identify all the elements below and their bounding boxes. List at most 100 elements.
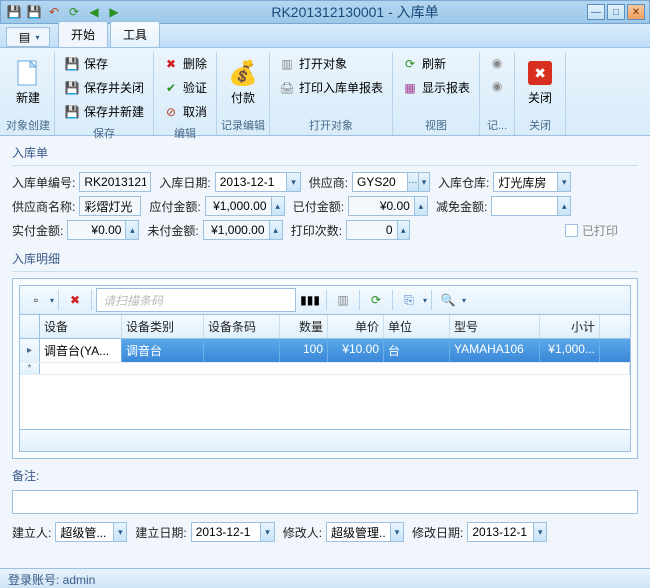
log-next-button[interactable]: ◉ (484, 75, 510, 97)
pay-icon: 💰 (227, 57, 259, 89)
detail-delete-button[interactable]: ✖ (63, 288, 87, 312)
validate-button[interactable]: ✔验证 (158, 76, 212, 99)
remarks-input[interactable] (12, 490, 638, 514)
barcode-input[interactable]: 请扫描条码 (96, 288, 296, 312)
detail-open-button[interactable]: ▥ (331, 288, 355, 312)
detail-search-button[interactable]: 🔍 (436, 288, 460, 312)
delete-icon: ✖ (67, 292, 83, 308)
actual-amount-field[interactable]: ▴ (67, 220, 139, 240)
col-unit[interactable]: 单位 (384, 315, 450, 338)
status-bar: 登录账号: admin (0, 568, 650, 588)
ribbon-tabstrip: ▤▾ 开始 工具 (0, 24, 650, 48)
print-report-button[interactable]: 🖨打印入库单报表 (274, 76, 388, 99)
waive-amount-field[interactable]: ▴ (491, 196, 571, 216)
due-amount-field[interactable]: ▴ (205, 196, 285, 216)
creator-field[interactable]: ▾ (55, 522, 127, 542)
ellipsis-icon[interactable]: ⋯ (407, 173, 418, 191)
print-count-field[interactable]: ▴ (346, 220, 410, 240)
create-date-field[interactable]: ▾ (191, 522, 275, 542)
chevron-down-icon[interactable]: ▾ (533, 523, 546, 541)
export-icon: ⎘ (401, 292, 417, 308)
order-no-field[interactable] (79, 172, 151, 192)
spinner-icon[interactable]: ▴ (557, 197, 570, 215)
warehouse-field[interactable]: ▾ (493, 172, 571, 192)
qa-prev-icon[interactable]: ◀ (85, 3, 103, 21)
maximize-button[interactable]: □ (607, 4, 625, 20)
barcode-scan-button[interactable]: ▮▮▮ (298, 288, 322, 312)
qa-undo-icon[interactable]: ↶ (45, 3, 63, 21)
save-new-icon: 💾 (64, 104, 80, 120)
chevron-down-icon[interactable]: ▾ (390, 523, 403, 541)
save-new-button[interactable]: 💾保存并新建 (59, 100, 149, 123)
refresh-icon: ⟳ (402, 56, 418, 72)
grid-header: 设备 设备类别 设备条码 数量 单价 单位 型号 小计 (20, 315, 630, 339)
qa-next-icon[interactable]: ▶ (105, 3, 123, 21)
col-price[interactable]: 单价 (328, 315, 384, 338)
close-icon: ✖ (524, 57, 556, 89)
report-icon: ▦ (402, 80, 418, 96)
printed-checkbox[interactable]: 已打印 (565, 222, 618, 239)
spinner-icon[interactable]: ▴ (414, 197, 427, 215)
cancel-button[interactable]: ⊘取消 (158, 100, 212, 123)
detail-grid[interactable]: 设备 设备类别 设备条码 数量 单价 单位 型号 小计 ▸ 调音台(YA... … (19, 315, 631, 452)
col-barcode[interactable]: 设备条码 (204, 315, 280, 338)
app-menu-button[interactable]: ▤▾ (6, 27, 50, 47)
col-qty[interactable]: 数量 (280, 315, 328, 338)
ribbon: 新建 对象创建 💾保存 💾保存并关闭 💾保存并新建 保存 ✖删除 ✔验证 ⊘取消… (0, 48, 650, 136)
supplier-field[interactable]: ⋯▾ (352, 172, 430, 192)
detail-refresh-button[interactable]: ⟳ (364, 288, 388, 312)
log-prev-button[interactable]: ◉ (484, 52, 510, 74)
spinner-icon[interactable]: ▴ (269, 221, 282, 239)
table-row-new[interactable]: * (20, 363, 630, 375)
close-button[interactable]: ✖ 关闭 (519, 52, 561, 111)
tab-start[interactable]: 开始 (58, 21, 108, 47)
modifier-field[interactable]: ▾ (326, 522, 404, 542)
spinner-icon[interactable]: ▴ (397, 221, 410, 239)
qa-saveclose-icon[interactable]: 💾 (25, 3, 43, 21)
unpaid-amount-field[interactable]: ▴ (203, 220, 283, 240)
chevron-down-icon[interactable]: ▾ (418, 173, 429, 191)
save-close-icon: 💾 (64, 80, 80, 96)
chevron-down-icon[interactable]: ▾ (286, 173, 299, 191)
open-icon: ▥ (335, 292, 351, 308)
chevron-down-icon[interactable]: ▾ (557, 173, 570, 191)
save-icon: 💾 (64, 56, 80, 72)
content-area: 入库单 入库单编号: 入库日期:▾ 供应商:⋯▾ 入库仓库:▾ 供应商名称: 应… (0, 136, 650, 568)
minimize-button[interactable]: — (587, 4, 605, 20)
new-row-icon: * (20, 363, 40, 374)
check-icon: ✔ (163, 80, 179, 96)
col-category[interactable]: 设备类别 (122, 315, 204, 338)
tab-tools[interactable]: 工具 (110, 21, 160, 47)
paid-amount-field[interactable]: ▴ (348, 196, 428, 216)
save-button[interactable]: 💾保存 (59, 52, 149, 75)
col-model[interactable]: 型号 (450, 315, 540, 338)
spinner-icon[interactable]: ▴ (125, 221, 138, 239)
ribbon-group-record: 💰 付款 记录编辑 (217, 52, 270, 135)
supplier-name-field (79, 196, 141, 216)
detail-new-button[interactable]: ▫ (24, 288, 48, 312)
chevron-down-icon[interactable]: ▾ (260, 523, 273, 541)
modify-date-field[interactable]: ▾ (467, 522, 547, 542)
new-icon (12, 57, 44, 89)
pay-button[interactable]: 💰 付款 (222, 52, 264, 111)
show-report-button[interactable]: ▦显示报表 (397, 76, 475, 99)
close-window-button[interactable]: ✕ (627, 4, 645, 20)
new-button[interactable]: 新建 (7, 52, 49, 111)
qa-refresh-icon[interactable]: ⟳ (65, 3, 83, 21)
checkbox-icon (565, 224, 578, 237)
col-device[interactable]: 设备 (40, 315, 122, 338)
chevron-down-icon[interactable]: ▾ (113, 523, 126, 541)
detail-export-button[interactable]: ⎘ (397, 288, 421, 312)
order-date-field[interactable]: ▾ (215, 172, 301, 192)
col-subtotal[interactable]: 小计 (540, 315, 600, 338)
open-icon: ▥ (279, 56, 295, 72)
ribbon-group-edit: ✖删除 ✔验证 ⊘取消 编辑 (154, 52, 217, 135)
print-icon: 🖨 (279, 80, 295, 96)
refresh-button[interactable]: ⟳刷新 (397, 52, 475, 75)
spinner-icon[interactable]: ▴ (271, 197, 284, 215)
open-object-button[interactable]: ▥打开对象 (274, 52, 388, 75)
qa-save-icon[interactable]: 💾 (5, 3, 23, 21)
save-close-button[interactable]: 💾保存并关闭 (59, 76, 149, 99)
delete-button[interactable]: ✖删除 (158, 52, 212, 75)
table-row[interactable]: ▸ 调音台(YA... 调音台 100 ¥10.00 台 YAMAHA106 ¥… (20, 339, 630, 363)
